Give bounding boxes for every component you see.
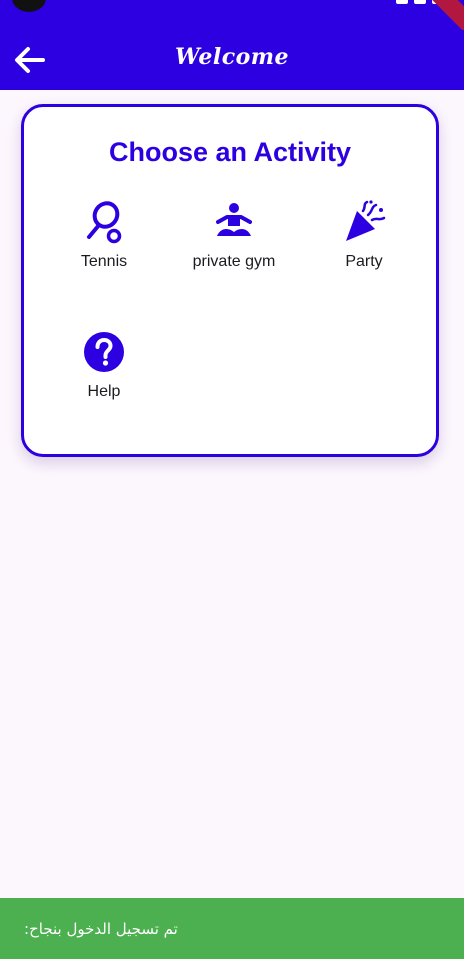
party-popper-icon	[346, 200, 386, 241]
signal-icon	[414, 0, 426, 4]
meditation-icon	[216, 203, 252, 236]
tennis-racket-icon	[87, 201, 122, 244]
activity-label: Help	[87, 383, 121, 400]
help-circle-icon	[84, 332, 124, 372]
activity-label: Tennis	[80, 253, 128, 270]
activity-party[interactable]: Party	[299, 199, 429, 271]
activity-private-gym[interactable]: private gym	[169, 199, 299, 271]
activity-label: private gym	[192, 253, 276, 270]
activity-help[interactable]: Help	[39, 329, 169, 401]
snackbar: :تم تسجيل الدخول بنجاح	[0, 898, 464, 959]
activity-card: Choose an Activity Tennis private gym Pa…	[21, 104, 439, 457]
wifi-icon	[396, 0, 408, 4]
camera-cutout	[12, 0, 46, 12]
activity-tennis[interactable]: Tennis	[39, 199, 169, 271]
screen: Welcome Choose an Activity Tennis privat…	[0, 0, 464, 959]
snackbar-message: :تم تسجيل الدخول بنجاح	[24, 919, 178, 938]
activity-label: Party	[345, 253, 383, 270]
app-bar: Welcome	[0, 30, 464, 90]
page-title: Welcome	[174, 44, 290, 70]
status-bar	[0, 0, 464, 42]
card-title: Choose an Activity	[108, 137, 352, 167]
